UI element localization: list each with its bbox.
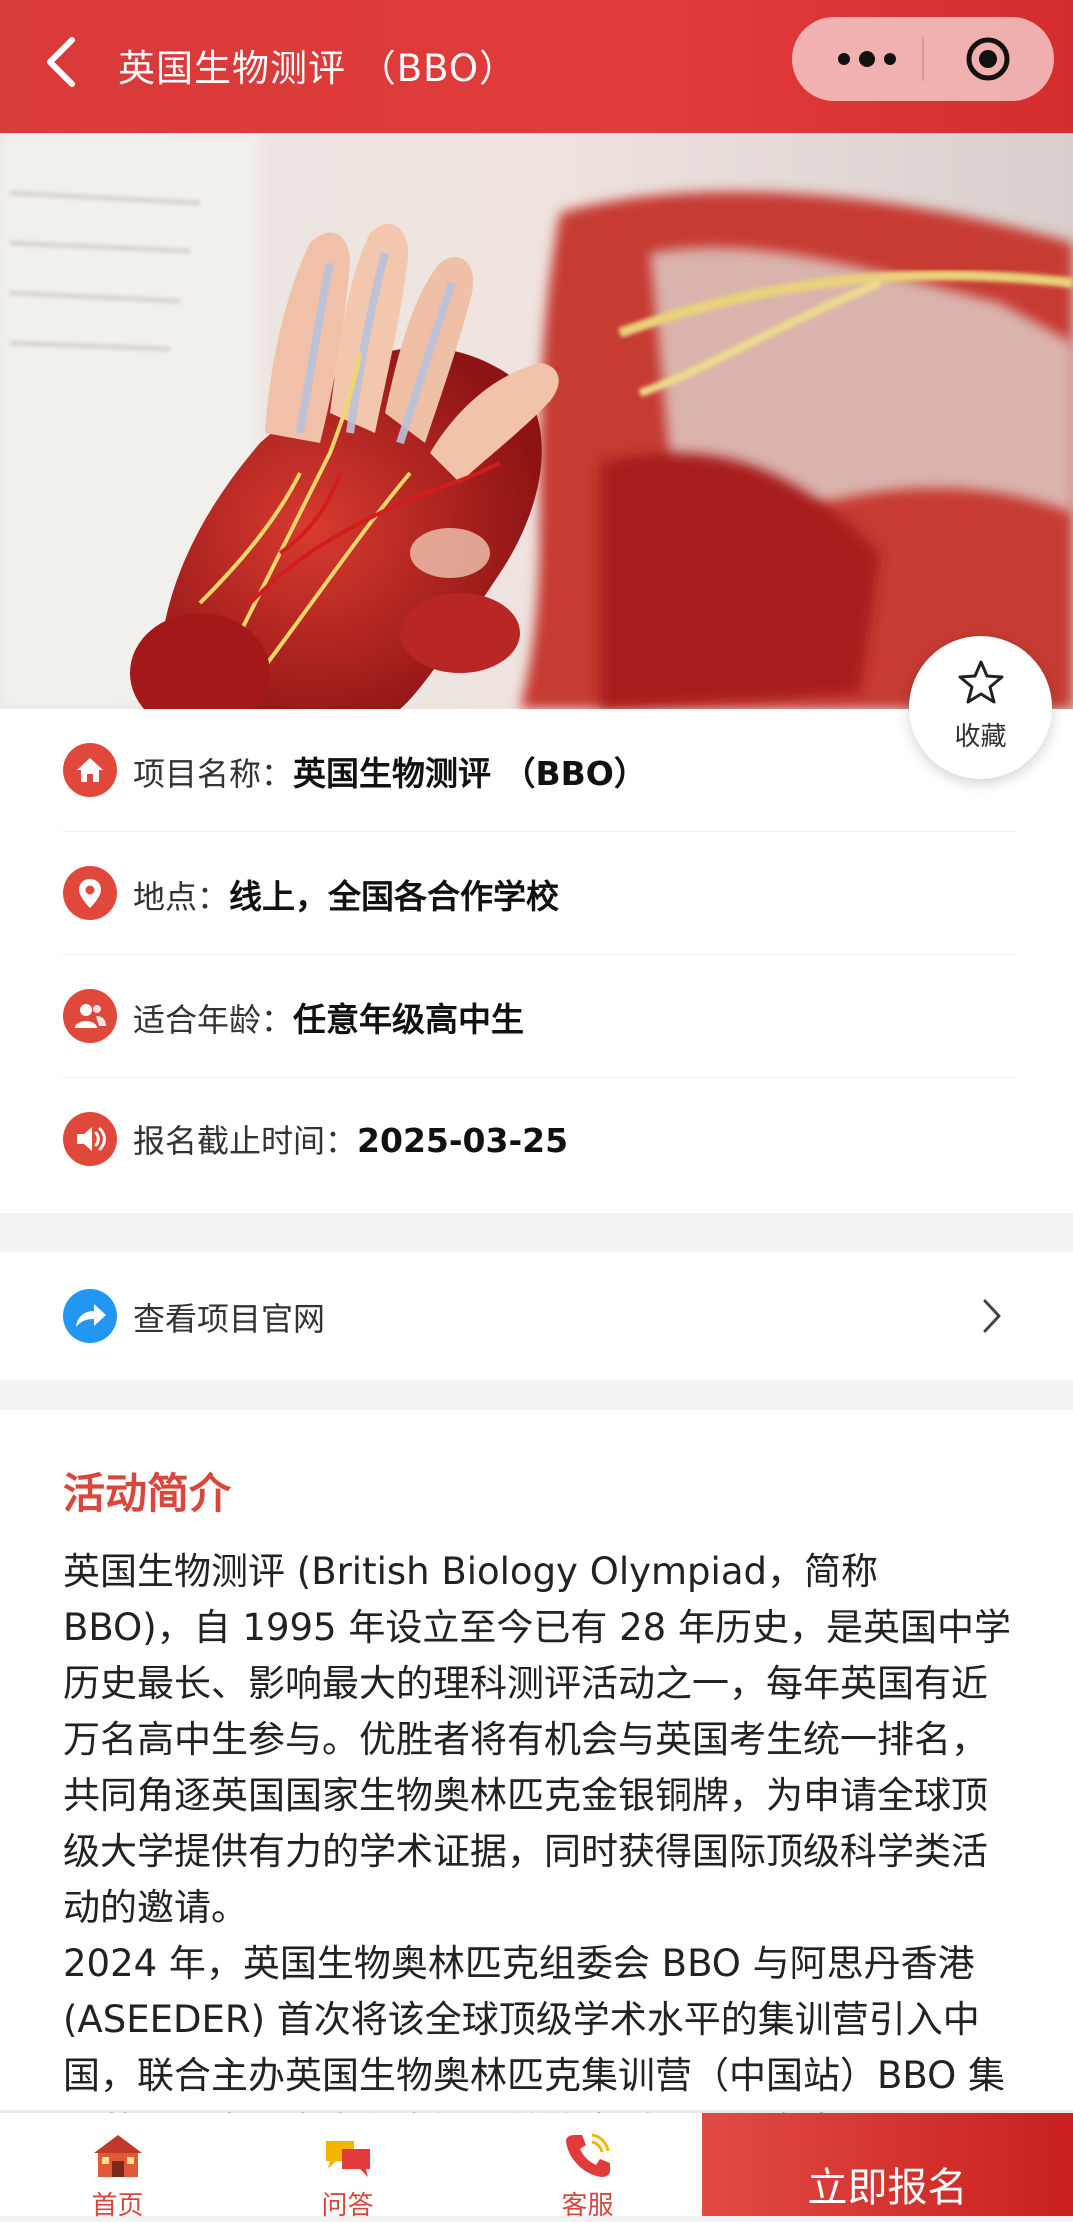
project-info-card: 项目名称：英国生物测评 （BBO） 地点：线上，全国各合作学校 适合年龄：任意年…: [0, 709, 1073, 1213]
house-icon: [93, 2135, 142, 2177]
tab-service[interactable]: 客服: [510, 2113, 665, 2221]
home-icon: [63, 743, 117, 797]
info-label: 报名截止时间：: [133, 1122, 358, 1160]
signup-button[interactable]: 立即报名: [702, 2113, 1073, 2216]
info-value: 英国生物测评 （BBO）: [293, 754, 647, 793]
intro-body: 英国生物测评 (British Biology Olympiad，简称 BBO)…: [63, 1544, 1013, 2160]
info-value: 任意年级高中生: [293, 1000, 525, 1039]
tab-label: 问答: [321, 2191, 374, 2221]
tab-home[interactable]: 首页: [40, 2113, 195, 2221]
intro-heading: 活动简介: [63, 1469, 232, 1518]
speaker-icon: [63, 1112, 117, 1166]
info-value: 2025-03-25: [357, 1121, 569, 1160]
capsule-divider: [922, 37, 924, 81]
bottom-nav: 首页 问答 客服 立即报名: [0, 2113, 1073, 2221]
info-row-deadline: 报名截止时间：2025-03-25: [63, 1078, 1015, 1200]
hero-image: [0, 133, 1073, 709]
activity-intro-section: 活动简介 英国生物测评 (British Biology Olympiad，简称…: [0, 1410, 1073, 2153]
top-bar: 英国生物测评 （BBO）: [0, 0, 1073, 133]
favorite-label: 收藏: [954, 722, 1007, 752]
page-title: 英国生物测评 （BBO）: [118, 47, 517, 90]
chevron-right-icon: [983, 1299, 1001, 1333]
official-website-link[interactable]: 查看项目官网: [0, 1252, 1073, 1380]
intro-paragraph: 英国生物测评 (British Biology Olympiad，简称 BBO)…: [63, 1550, 1011, 1929]
website-link-label: 查看项目官网: [133, 1300, 326, 1338]
user-group-icon: [63, 989, 117, 1043]
info-value: 线上，全国各合作学校: [229, 877, 560, 916]
location-pin-icon: [63, 866, 117, 920]
anatomy-photo: [0, 133, 1073, 709]
favorite-button[interactable]: 收藏: [909, 636, 1052, 779]
target-icon[interactable]: [964, 35, 1012, 83]
mini-program-capsule: [792, 17, 1054, 101]
tab-qa[interactable]: 问答: [270, 2113, 425, 2221]
star-icon: [958, 660, 1004, 704]
info-row-age: 适合年龄：任意年级高中生: [63, 955, 1015, 1078]
phone-icon: [565, 2133, 610, 2177]
info-row-project-name: 项目名称：英国生物测评 （BBO）: [63, 709, 1015, 832]
chevron-left-icon[interactable]: [40, 32, 84, 92]
info-row-location: 地点：线上，全国各合作学校: [63, 832, 1015, 955]
tab-label: 客服: [561, 2191, 614, 2221]
info-label: 适合年龄：: [133, 1001, 294, 1039]
info-label: 项目名称：: [133, 755, 294, 793]
share-arrow-icon: [63, 1289, 117, 1343]
chat-bubbles-icon: [325, 2141, 370, 2177]
tab-label: 首页: [91, 2191, 144, 2221]
more-dots-icon[interactable]: [822, 39, 912, 79]
info-label: 地点：: [133, 878, 230, 916]
